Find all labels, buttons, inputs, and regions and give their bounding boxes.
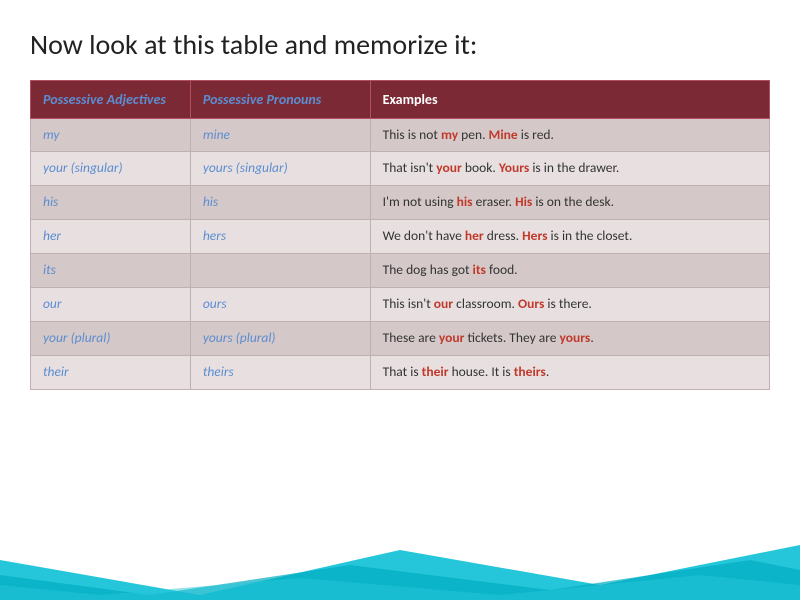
- adjective-cell: our: [31, 288, 191, 322]
- header-examples: Examples: [370, 80, 769, 118]
- table-row: mymineThis is not my pen. Mine is red.: [31, 118, 770, 152]
- table-row: your (singular)yours (singular)That isn'…: [31, 152, 770, 186]
- highlight-red-text: my: [441, 126, 458, 143]
- possessive-table: Possessive Adjectives Possessive Pronoun…: [30, 80, 770, 390]
- example-cell: That is their house. It is theirs.: [370, 355, 769, 389]
- pronoun-cell: hers: [190, 220, 370, 254]
- pronoun-cell: theirs: [190, 355, 370, 389]
- pronoun-cell: ours: [190, 288, 370, 322]
- bottom-decoration: [0, 540, 800, 600]
- table-row: your (plural)yours (plural)These are you…: [31, 321, 770, 355]
- example-cell: We don't have her dress. Hers is in the …: [370, 220, 769, 254]
- pronoun-cell: yours (plural): [190, 321, 370, 355]
- adjective-cell: his: [31, 186, 191, 220]
- highlight-red-text: your: [439, 329, 465, 346]
- pronoun-cell: his: [190, 186, 370, 220]
- highlight-red-text: their: [422, 363, 449, 380]
- highlight-red-text: Yours: [499, 159, 529, 176]
- adjective-cell: your (singular): [31, 152, 191, 186]
- adjective-cell: your (plural): [31, 321, 191, 355]
- header-adjectives: Possessive Adjectives: [31, 80, 191, 118]
- adjective-cell: its: [31, 254, 191, 288]
- highlight-red-text: His: [515, 193, 532, 210]
- table-row: itsThe dog has got its food.: [31, 254, 770, 288]
- highlight-red-text: his: [457, 193, 473, 210]
- example-cell: This is not my pen. Mine is red.: [370, 118, 769, 152]
- table-row: herhersWe don't have her dress. Hers is …: [31, 220, 770, 254]
- highlight-red-text: your: [436, 159, 462, 176]
- highlight-red-text: Mine: [489, 126, 518, 143]
- highlight-red-text: its: [473, 261, 486, 278]
- page-title: Now look at this table and memorize it:: [0, 0, 800, 80]
- highlight-red-text: theirs: [514, 363, 546, 380]
- adjective-cell: their: [31, 355, 191, 389]
- table-row: theirtheirsThat is their house. It is th…: [31, 355, 770, 389]
- header-pronouns: Possessive Pronouns: [190, 80, 370, 118]
- example-cell: The dog has got its food.: [370, 254, 769, 288]
- highlight-red-text: Ours: [518, 295, 544, 312]
- highlight-red-text: our: [434, 295, 453, 312]
- highlight-red-text: yours: [560, 329, 591, 346]
- example-cell: These are your tickets. They are yours.: [370, 321, 769, 355]
- slide: Now look at this table and memorize it: …: [0, 0, 800, 600]
- highlight-red-text: her: [465, 227, 484, 244]
- pronoun-cell: mine: [190, 118, 370, 152]
- example-cell: This isn't our classroom. Ours is there.: [370, 288, 769, 322]
- highlight-red-text: Hers: [522, 227, 547, 244]
- pronoun-cell: yours (singular): [190, 152, 370, 186]
- table-container: Possessive Adjectives Possessive Pronoun…: [0, 80, 800, 390]
- table-row: ouroursThis isn't our classroom. Ours is…: [31, 288, 770, 322]
- table-row: hishisI'm not using his eraser. His is o…: [31, 186, 770, 220]
- adjective-cell: her: [31, 220, 191, 254]
- example-cell: That isn't your book. Yours is in the dr…: [370, 152, 769, 186]
- pronoun-cell: [190, 254, 370, 288]
- table-header-row: Possessive Adjectives Possessive Pronoun…: [31, 80, 770, 118]
- adjective-cell: my: [31, 118, 191, 152]
- example-cell: I'm not using his eraser. His is on the …: [370, 186, 769, 220]
